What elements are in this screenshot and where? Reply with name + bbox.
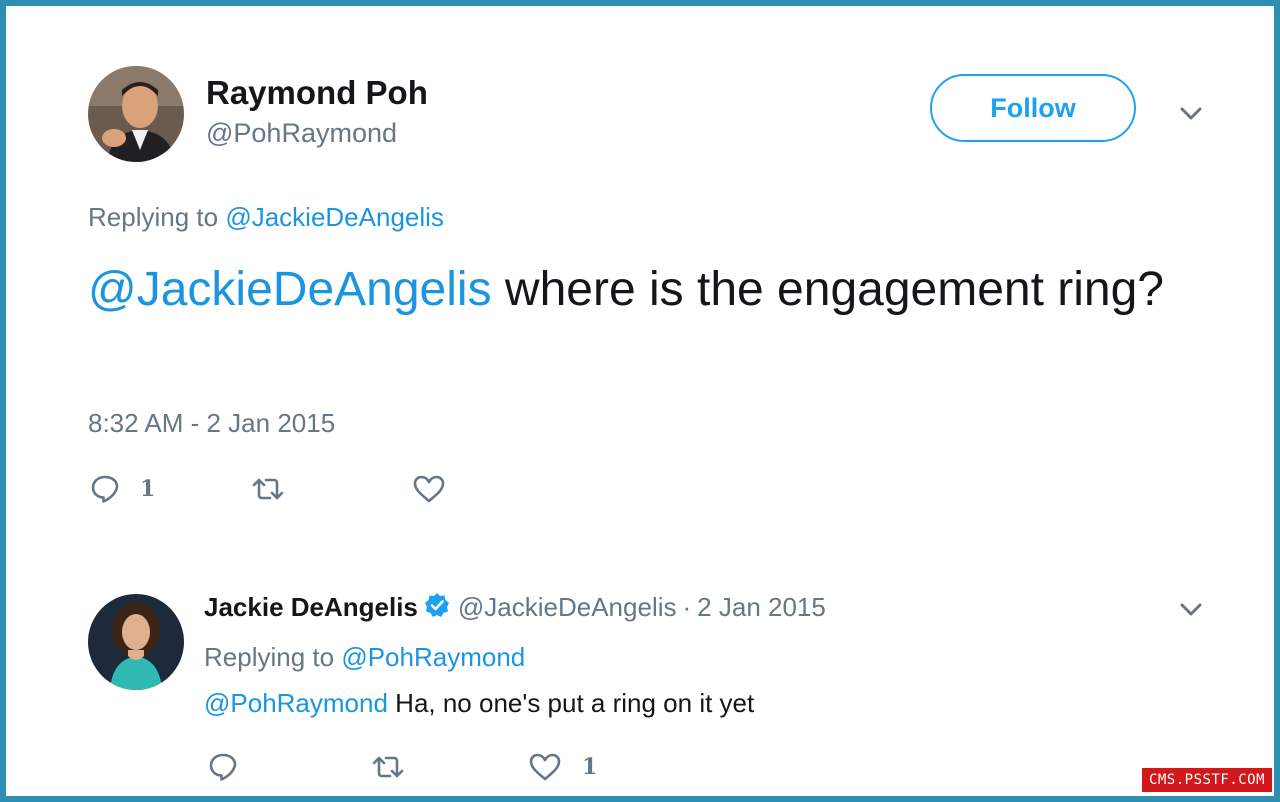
chevron-down-icon[interactable] xyxy=(1176,600,1206,620)
reply-date[interactable]: 2 Jan 2015 xyxy=(697,592,826,623)
reply-header: Jackie DeAngelis @JackieDeAngelis · 2 Ja… xyxy=(204,592,826,623)
verified-badge-icon xyxy=(424,592,450,623)
replying-to-line: Replying to @PohRaymond xyxy=(204,642,525,673)
tweet-screenshot-frame: Raymond Poh @PohRaymond Follow Replying … xyxy=(6,6,1274,796)
like-button[interactable]: 1 xyxy=(528,752,597,782)
author-handle[interactable]: @PohRaymond xyxy=(206,118,397,149)
like-button[interactable] xyxy=(412,474,446,504)
avatar-raymond-poh xyxy=(88,66,184,162)
replying-to-link[interactable]: @PohRaymond xyxy=(341,642,525,672)
reply-button[interactable] xyxy=(208,752,238,782)
separator-dot: · xyxy=(682,592,692,622)
retweet-button[interactable] xyxy=(370,752,406,782)
reply-bubble-icon xyxy=(91,475,119,503)
retweet-icon xyxy=(372,756,404,778)
replying-to-line: Replying to @JackieDeAngelis xyxy=(88,202,444,233)
follow-button[interactable]: Follow xyxy=(930,74,1136,142)
mention-link[interactable]: @PohRaymond xyxy=(204,688,388,718)
avatar[interactable] xyxy=(88,66,184,162)
avatar-jackie-deangelis xyxy=(88,594,184,690)
replying-to-label: Replying to xyxy=(88,202,226,232)
reply-text: @PohRaymond Ha, no one's put a ring on i… xyxy=(204,688,754,719)
heart-icon xyxy=(413,475,445,503)
retweet-button[interactable] xyxy=(250,474,286,504)
reply-bubble-icon xyxy=(209,753,237,781)
replying-to-link[interactable]: @JackieDeAngelis xyxy=(225,202,444,232)
chevron-down-icon[interactable] xyxy=(1176,104,1206,124)
tweet-text: @JackieDeAngelis where is the engagement… xyxy=(88,260,1198,320)
like-count: 1 xyxy=(582,754,598,780)
reply-author-handle[interactable]: @JackieDeAngelis xyxy=(458,592,677,623)
reply-count: 1 xyxy=(140,476,156,502)
author-name[interactable]: Raymond Poh xyxy=(206,74,428,112)
tweet-body: where is the engagement ring? xyxy=(491,263,1164,316)
tweet-timestamp[interactable]: 8:32 AM - 2 Jan 2015 xyxy=(88,408,335,439)
reply-author-name[interactable]: Jackie DeAngelis xyxy=(204,592,418,623)
reply-body: Ha, no one's put a ring on it yet xyxy=(387,688,755,718)
reply-button[interactable]: 1 xyxy=(90,474,155,504)
retweet-icon xyxy=(252,478,284,500)
mention-link[interactable]: @JackieDeAngelis xyxy=(88,263,492,316)
heart-icon xyxy=(529,753,561,781)
watermark: CMS.PSSTF.COM xyxy=(1142,768,1272,792)
avatar[interactable] xyxy=(88,594,184,690)
replying-to-label: Replying to xyxy=(204,642,342,672)
